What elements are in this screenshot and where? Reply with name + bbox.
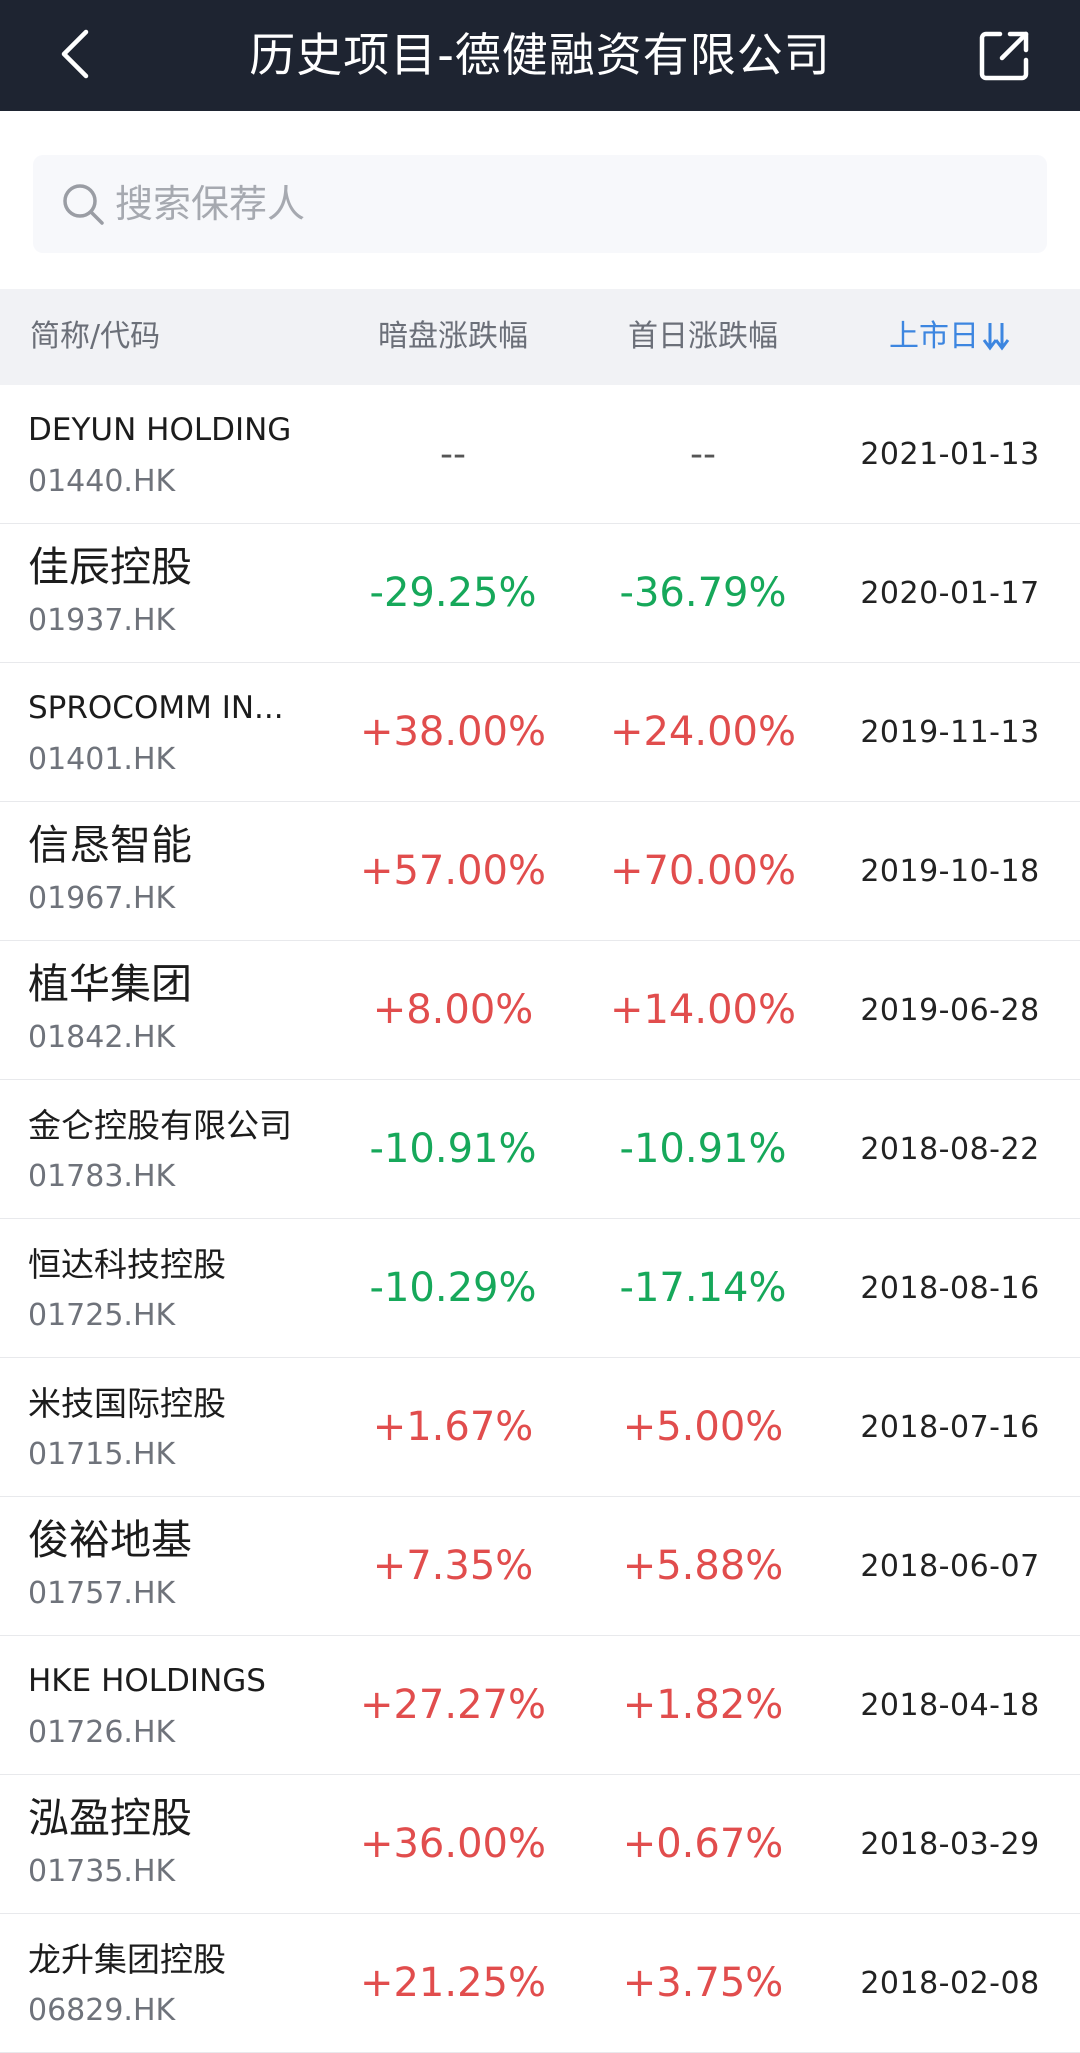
row-first-day-change: -10.91% <box>619 1126 787 1172</box>
search-input[interactable] <box>115 155 1015 253</box>
row-first-day-change: +5.88% <box>622 1543 784 1589</box>
back-button[interactable] <box>48 22 112 86</box>
row-dark-pool-change: +7.35% <box>372 1543 534 1589</box>
ipo-list: DEYUN HOLDING 01440.HK -- -- 2021-01-13 佳辰控股 0… <box>0 385 1080 2053</box>
row-stock-name: SPROCOMM IN... <box>28 690 284 726</box>
row-stock-code: 01440.HK <box>28 464 176 499</box>
row-stock-name: 金仑控股有限公司 <box>28 1106 292 1145</box>
table-row[interactable]: 龙升集团控股 06829.HK +21.25% +3.75% 2018-02-08 <box>0 1914 1080 2053</box>
search-box[interactable] <box>33 155 1047 253</box>
row-listing-date: 2018-04-18 <box>860 1688 1040 1723</box>
table-row[interactable]: DEYUN HOLDING 01440.HK -- -- 2021-01-13 <box>0 385 1080 524</box>
row-stock-code: 06829.HK <box>28 1993 176 2028</box>
row-stock-name: 泓盈控股 <box>28 1794 192 1842</box>
row-listing-date: 2021-01-13 <box>860 437 1040 472</box>
table-row[interactable]: 信恳智能 01967.HK +57.00% +70.00% 2019-10-18 <box>0 802 1080 941</box>
chevron-left-icon <box>61 29 89 79</box>
table-row[interactable]: 金仑控股有限公司 01783.HK -10.91% -10.91% 2018-08-22 <box>0 1080 1080 1219</box>
column-header-name: 简称/代码 <box>30 319 161 354</box>
row-stock-code: 01937.HK <box>28 603 176 638</box>
row-dark-pool-change: +1.67% <box>372 1404 534 1450</box>
table-row[interactable]: 植华集团 01842.HK +8.00% +14.00% 2019-06-28 <box>0 941 1080 1080</box>
table-row[interactable]: 俊裕地基 01757.HK +7.35% +5.88% 2018-06-07 <box>0 1497 1080 1636</box>
row-stock-code: 01757.HK <box>28 1576 176 1611</box>
row-first-day-change: +1.82% <box>622 1682 784 1728</box>
row-dark-pool-change: +36.00% <box>359 1821 547 1867</box>
row-first-day-change: +24.00% <box>609 709 797 755</box>
table-header: 简称/代码 暗盘涨跌幅 首日涨跌幅 上市日 <box>0 289 1080 385</box>
row-dark-pool-change: -10.29% <box>369 1265 537 1311</box>
search-area <box>0 111 1080 289</box>
row-listing-date: 2018-08-16 <box>860 1271 1040 1306</box>
row-first-day-change: -36.79% <box>619 570 787 616</box>
share-icon <box>979 31 1029 81</box>
row-dark-pool-change: -- <box>440 434 466 475</box>
share-button[interactable] <box>974 26 1034 86</box>
search-icon <box>63 184 104 225</box>
row-stock-name: DEYUN HOLDING <box>28 412 292 448</box>
row-stock-name: 俊裕地基 <box>28 1516 192 1564</box>
row-stock-code: 01735.HK <box>28 1854 176 1889</box>
row-stock-name: 米技国际控股 <box>28 1384 226 1423</box>
row-listing-date: 2018-08-22 <box>860 1132 1040 1167</box>
row-stock-name: 龙升集团控股 <box>28 1940 226 1979</box>
row-dark-pool-change: -29.25% <box>369 570 537 616</box>
row-first-day-change: +0.67% <box>622 1821 784 1867</box>
row-listing-date: 2019-11-13 <box>860 715 1040 750</box>
row-stock-name: HKE HOLDINGS <box>28 1663 266 1699</box>
table-row[interactable]: 泓盈控股 01735.HK +36.00% +0.67% 2018-03-29 <box>0 1775 1080 1914</box>
row-stock-code: 01842.HK <box>28 1020 176 1055</box>
row-stock-code: 01783.HK <box>28 1159 176 1194</box>
row-listing-date: 2018-07-16 <box>860 1410 1040 1445</box>
table-row[interactable]: 恒达科技控股 01725.HK -10.29% -17.14% 2018-08-16 <box>0 1219 1080 1358</box>
row-stock-code: 01726.HK <box>28 1715 176 1750</box>
table-row[interactable]: SPROCOMM IN... 01401.HK +38.00% +24.00% 2019… <box>0 663 1080 802</box>
row-listing-date: 2018-06-07 <box>860 1549 1040 1584</box>
row-stock-code: 01401.HK <box>28 742 176 777</box>
row-stock-name: 信恳智能 <box>28 821 192 869</box>
row-first-day-change: +70.00% <box>609 848 797 894</box>
row-stock-code: 01725.HK <box>28 1298 176 1333</box>
page-title: 历史项目-德健融资有限公司 <box>249 28 831 82</box>
row-dark-pool-change: +27.27% <box>359 1682 547 1728</box>
listing-date-label: 上市日 <box>889 319 979 354</box>
column-header-listing-date[interactable]: 上市日 <box>830 289 1070 385</box>
row-first-day-change: +14.00% <box>609 987 797 1033</box>
row-listing-date: 2018-03-29 <box>860 1827 1040 1862</box>
row-stock-code: 01967.HK <box>28 881 176 916</box>
row-stock-name: 植华集团 <box>28 960 192 1008</box>
row-listing-date: 2019-10-18 <box>860 854 1040 889</box>
row-first-day-change: -- <box>690 434 716 475</box>
row-stock-name: 佳辰控股 <box>28 543 192 591</box>
row-first-day-change: +5.00% <box>622 1404 784 1450</box>
row-listing-date: 2018-02-08 <box>860 1966 1040 2001</box>
row-dark-pool-change: +57.00% <box>359 848 547 894</box>
row-listing-date: 2020-01-17 <box>860 576 1040 611</box>
table-row[interactable]: 佳辰控股 01937.HK -29.25% -36.79% 2020-01-17 <box>0 524 1080 663</box>
top-nav-bar: 历史项目-德健融资有限公司 <box>0 0 1080 111</box>
row-dark-pool-change: -10.91% <box>369 1126 537 1172</box>
row-dark-pool-change: +8.00% <box>372 987 534 1033</box>
row-first-day-change: -17.14% <box>619 1265 787 1311</box>
row-stock-name: 恒达科技控股 <box>28 1245 226 1284</box>
row-dark-pool-change: +21.25% <box>359 1960 547 2006</box>
table-row[interactable]: 米技国际控股 01715.HK +1.67% +5.00% 2018-07-16 <box>0 1358 1080 1497</box>
column-header-dark-pool[interactable]: 暗盘涨跌幅 <box>328 289 578 385</box>
row-listing-date: 2019-06-28 <box>860 993 1040 1028</box>
row-stock-code: 01715.HK <box>28 1437 176 1472</box>
table-row[interactable]: HKE HOLDINGS 01726.HK +27.27% +1.82% 2018-04… <box>0 1636 1080 1775</box>
sort-icon <box>982 322 1010 350</box>
column-header-first-day[interactable]: 首日涨跌幅 <box>578 289 828 385</box>
row-first-day-change: +3.75% <box>622 1960 784 2006</box>
row-dark-pool-change: +38.00% <box>359 709 547 755</box>
